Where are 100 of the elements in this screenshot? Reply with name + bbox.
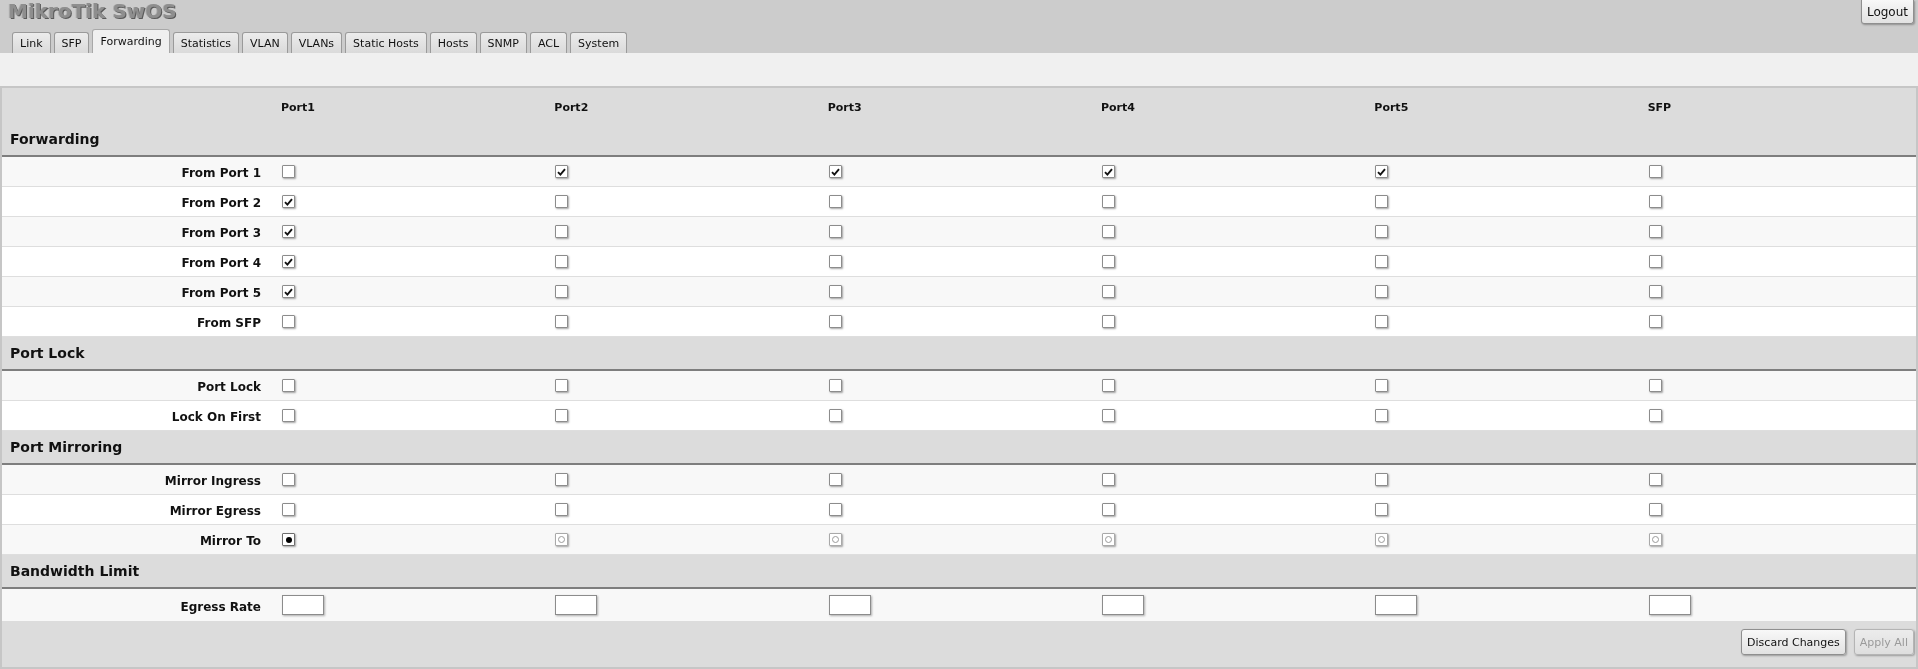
rate-input-field[interactable] [555, 595, 598, 615]
checkbox[interactable] [282, 225, 295, 238]
checkbox[interactable] [555, 165, 569, 178]
checkbox[interactable] [1375, 409, 1389, 422]
check-icon [284, 227, 293, 236]
rate-input-field[interactable] [1648, 595, 1691, 615]
checkbox[interactable] [555, 503, 569, 516]
checkbox[interactable] [1102, 409, 1115, 422]
checkbox[interactable] [555, 409, 569, 422]
checkbox[interactable] [555, 195, 569, 208]
checkbox[interactable] [282, 285, 295, 298]
row-label: Mirror To [199, 534, 261, 548]
checkbox[interactable] [1648, 409, 1662, 422]
tab[interactable]: System [570, 32, 628, 53]
footer-button[interactable]: Discard Changes [1741, 629, 1846, 655]
check-icon [1104, 167, 1113, 176]
row-label: Lock On First [171, 410, 261, 424]
checkbox[interactable] [555, 255, 569, 268]
checkbox[interactable] [828, 315, 842, 328]
tab[interactable]: Hosts [429, 32, 477, 53]
checkbox[interactable] [555, 315, 569, 328]
checkbox[interactable] [1375, 225, 1389, 238]
rate-input-field[interactable] [282, 595, 324, 615]
checkbox[interactable] [1102, 379, 1115, 392]
checkbox[interactable] [1102, 225, 1115, 238]
checkbox[interactable] [1648, 165, 1662, 178]
checkbox[interactable] [1375, 195, 1389, 208]
radio-button[interactable] [828, 533, 842, 546]
checkbox[interactable] [1375, 473, 1389, 486]
rate-input-field[interactable] [1375, 595, 1418, 615]
checkbox[interactable] [1648, 379, 1662, 392]
checkbox[interactable] [828, 285, 842, 298]
checkbox[interactable] [828, 473, 842, 486]
tab[interactable]: Link [12, 32, 51, 53]
checkbox[interactable] [282, 503, 295, 516]
radio-button[interactable] [1102, 533, 1115, 546]
checkbox[interactable] [1102, 315, 1115, 328]
checkbox[interactable] [1375, 165, 1389, 178]
checkbox[interactable] [1648, 225, 1662, 238]
ring-icon [558, 536, 566, 543]
check-icon [830, 167, 840, 176]
checkbox[interactable] [282, 255, 295, 268]
checkbox[interactable] [1102, 285, 1115, 298]
tab[interactable]: Forwarding [92, 29, 170, 53]
checkbox[interactable] [1102, 473, 1115, 486]
rate-input-field[interactable] [828, 595, 871, 615]
radio-button[interactable] [1648, 533, 1662, 546]
tab[interactable]: ACL [529, 32, 568, 53]
checkbox[interactable] [1648, 503, 1662, 516]
check-icon [557, 167, 567, 176]
ring-icon [1651, 536, 1659, 543]
checkbox[interactable] [555, 473, 569, 486]
checkbox[interactable] [1648, 315, 1662, 328]
checkbox[interactable] [828, 379, 842, 392]
checkbox[interactable] [1375, 255, 1389, 268]
tab[interactable]: SFP [53, 32, 90, 53]
checkbox[interactable] [828, 255, 842, 268]
checkbox[interactable] [282, 409, 295, 422]
checkbox[interactable] [555, 225, 569, 238]
tab[interactable]: Static Hosts [345, 32, 427, 53]
checkbox[interactable] [1648, 195, 1662, 208]
checkbox[interactable] [1102, 195, 1115, 208]
checkbox[interactable] [1375, 503, 1389, 516]
row-label: Mirror Ingress [164, 474, 261, 488]
checkbox[interactable] [555, 379, 569, 392]
checkbox[interactable] [828, 503, 842, 516]
checkbox[interactable] [1648, 285, 1662, 298]
row-label: From Port 4 [181, 256, 261, 270]
tab[interactable]: SNMP [479, 32, 527, 53]
column-header: Port2 [554, 101, 589, 114]
ring-icon [1105, 536, 1112, 543]
checkbox[interactable] [555, 285, 569, 298]
checkbox[interactable] [1648, 473, 1662, 486]
check-icon [284, 257, 293, 266]
checkbox[interactable] [282, 195, 295, 208]
checkbox[interactable] [828, 195, 842, 208]
checkbox[interactable] [282, 315, 295, 328]
radio-button[interactable] [555, 533, 569, 546]
checkbox[interactable] [828, 165, 842, 178]
logout-button[interactable]: Logout [1860, 0, 1914, 24]
checkbox[interactable] [828, 225, 842, 238]
tab[interactable]: VLAN [242, 32, 288, 53]
checkbox[interactable] [282, 473, 295, 486]
checkbox[interactable] [1375, 285, 1389, 298]
checkbox[interactable] [282, 379, 295, 392]
row-label: From Port 1 [181, 166, 261, 180]
column-header: SFP [1647, 101, 1672, 114]
checkbox[interactable] [1375, 379, 1389, 392]
tab[interactable]: VLANs [290, 32, 343, 53]
checkbox[interactable] [282, 165, 295, 178]
checkbox[interactable] [828, 409, 842, 422]
checkbox[interactable] [1102, 503, 1115, 516]
tab[interactable]: Statistics [172, 32, 240, 53]
checkbox[interactable] [1375, 315, 1389, 328]
radio-button[interactable] [282, 533, 295, 546]
rate-input-field[interactable] [1102, 595, 1144, 615]
checkbox[interactable] [1648, 255, 1662, 268]
checkbox[interactable] [1102, 165, 1115, 178]
checkbox[interactable] [1102, 255, 1115, 268]
radio-button[interactable] [1375, 533, 1389, 546]
